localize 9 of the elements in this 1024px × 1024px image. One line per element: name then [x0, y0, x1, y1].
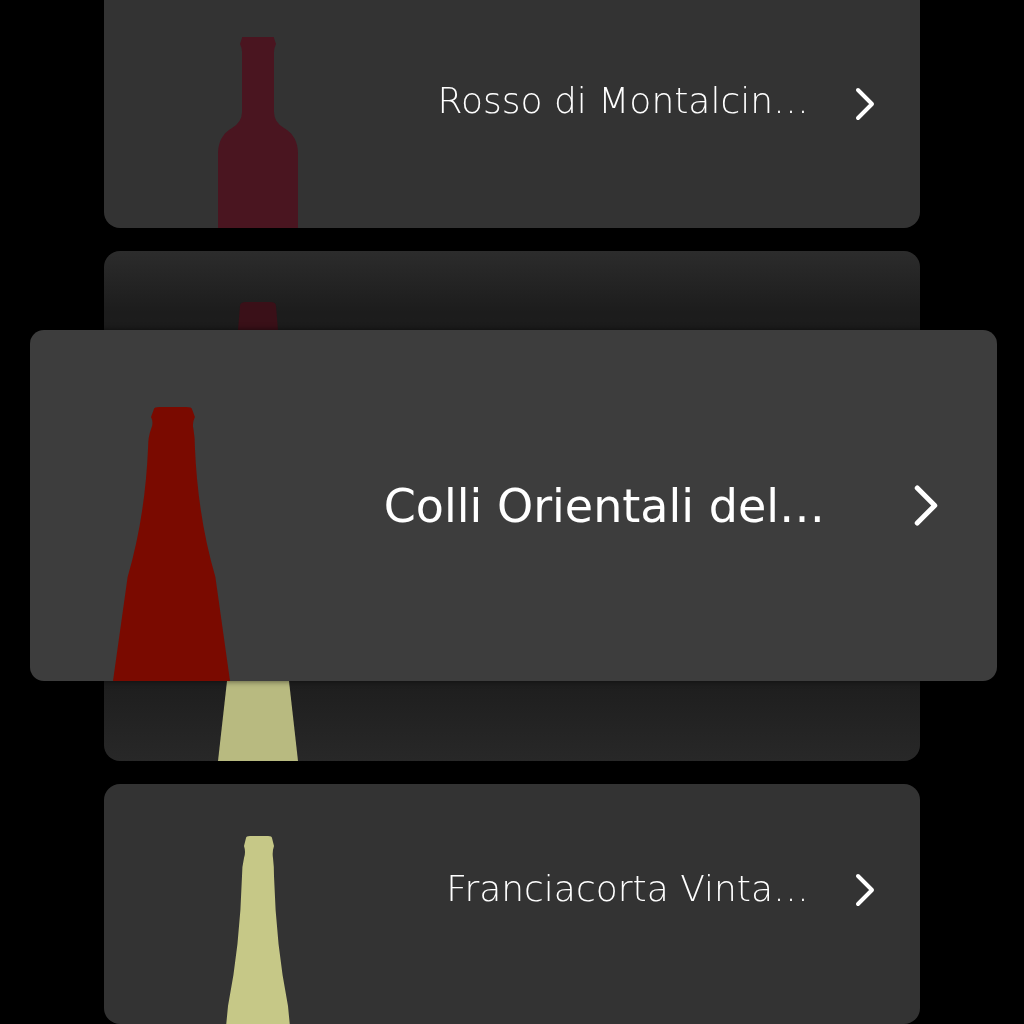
- wine-name: Colli Orientali del…: [383, 478, 825, 533]
- wine-name: Rosso di Montalcin…: [437, 80, 809, 121]
- wine-card[interactable]: Colli Orientali del…: [30, 330, 997, 681]
- bottle-icon: [236, 302, 280, 330]
- chevron-icon: [853, 872, 877, 908]
- chevron-icon: [853, 86, 877, 122]
- wine-name: Franciacorta Vinta…: [446, 868, 809, 909]
- wine-card[interactable]: Rosso di Montalcin…: [104, 0, 920, 228]
- wine-card[interactable]: Franciacorta Vinta…: [104, 784, 920, 1024]
